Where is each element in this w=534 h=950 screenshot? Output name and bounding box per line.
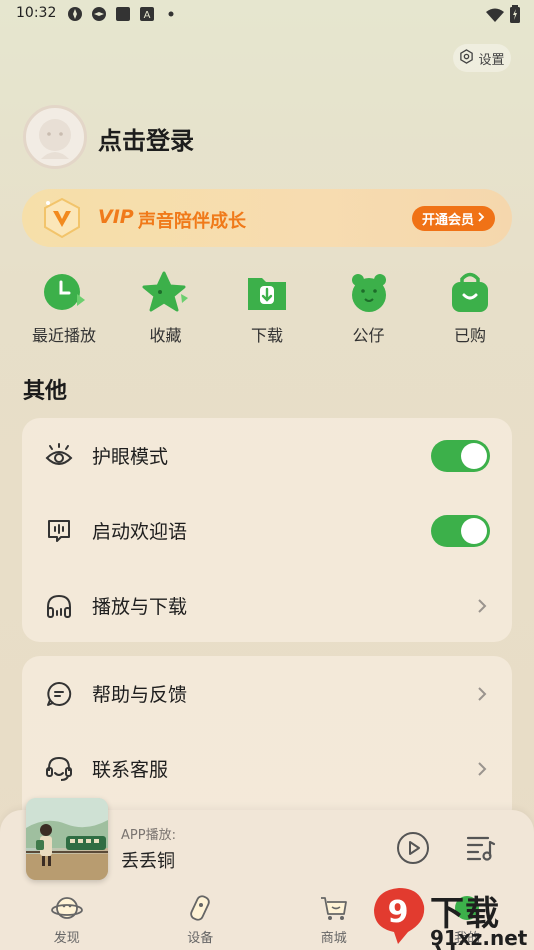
quick-action-purchased[interactable]: 已购 [420,268,520,346]
star-icon [142,271,188,312]
chevron-right-icon [474,761,490,777]
planet-icon [50,897,83,919]
album-cover[interactable] [26,798,108,880]
device-icon [190,895,211,921]
app-square-icon [114,5,132,23]
vip-label: VIP [98,206,134,228]
playlist-button[interactable] [466,834,496,862]
settings-row-eye-care[interactable]: 护眼模式 [22,418,512,493]
row-label: 播放与下载 [92,596,188,618]
quick-action-dolls[interactable]: 公仔 [319,268,419,346]
player-source: APP播放: [121,828,176,843]
row-label: 启动欢迎语 [92,521,188,543]
track-title: 丢丢铜 [121,851,175,872]
tab-label: 发现 [53,931,80,946]
tab-label: 商城 [320,931,347,946]
quick-action-label: 下载 [250,326,283,345]
tab-device[interactable]: 设备 [134,888,268,950]
doll-icon [351,274,386,312]
sync-icon [66,5,84,23]
battery-icon [510,5,520,27]
welcome-voice-toggle[interactable] [431,514,490,547]
eye-icon [44,441,74,471]
customer-service-icon [44,754,74,784]
chevron-right-icon [474,598,490,614]
settings-row-help-feedback[interactable]: 帮助与反馈 [22,656,512,731]
settings-button[interactable]: 设置 [453,44,511,72]
settings-row-play-download[interactable]: 播放与下载 [22,568,512,643]
watermark-url: 91xz.net [430,926,528,950]
default-avatar-icon [39,119,71,159]
chevron-right-icon [477,211,485,226]
status-notification-icons: A [66,5,180,23]
settings-card-primary: 护眼模式 启动欢迎语 播放与下载 [22,418,512,642]
vip-banner[interactable]: VIP 声音陪伴成长 开通会员 [22,189,512,247]
feedback-icon [44,679,74,709]
shopping-bag-icon [452,272,488,312]
quick-action-label: 已购 [453,326,486,345]
open-vip-button[interactable]: 开通会员 [411,206,495,231]
status-bar: 10:32 A [0,0,534,30]
wifi-icon [486,7,504,26]
quick-action-download[interactable]: 下载 [217,268,317,346]
watermark-logo-icon: 9 [374,888,425,944]
quick-action-label: 收藏 [149,326,182,345]
svg-text:9: 9 [388,895,409,930]
row-label: 护眼模式 [92,446,169,468]
svg-text:A: A [144,10,151,21]
settings-row-customer-service[interactable]: 联系客服 [22,731,512,806]
sync-icon [90,5,108,23]
quick-action-label: 公仔 [352,326,385,345]
dot-icon [162,5,180,23]
settings-label: 设置 [478,52,505,68]
row-label: 联系客服 [92,759,169,781]
avatar[interactable] [23,105,87,169]
status-right-icons [486,5,520,27]
quick-actions: 最近播放 收藏 下载 公仔 已购 [14,268,520,346]
hexagon-gear-icon [459,48,474,68]
vip-crown-badge-icon [44,197,80,239]
recent-clock-icon [44,274,85,310]
section-title: 其他 [23,379,68,404]
download-folder-icon [248,278,286,310]
quick-action-label: 最近播放 [31,326,96,345]
eye-care-toggle[interactable] [431,439,490,472]
open-vip-label: 开通会员 [421,213,474,228]
a-badge-icon: A [138,5,156,23]
quick-action-favorites[interactable]: 收藏 [116,268,216,346]
quick-action-recent[interactable]: 最近播放 [14,268,114,346]
toggle-knob [461,442,487,469]
login-link[interactable]: 点击登录 [98,121,194,156]
voice-message-icon [44,516,74,546]
settings-row-welcome-voice[interactable]: 启动欢迎语 [22,493,512,568]
status-time: 10:32 [16,5,57,21]
row-label: 帮助与反馈 [92,684,188,706]
cart-icon [320,897,347,920]
vip-slogan: 声音陪伴成长 [138,211,246,232]
play-button[interactable] [396,831,430,865]
album-art-illustration [26,798,108,880]
headphones-icon [44,591,74,621]
site-watermark: 9 下载站 91xz.net [368,884,534,950]
tab-discover[interactable]: 发现 [0,888,134,950]
chevron-right-icon [474,686,490,702]
toggle-knob [461,517,487,544]
tab-label: 设备 [187,931,214,946]
